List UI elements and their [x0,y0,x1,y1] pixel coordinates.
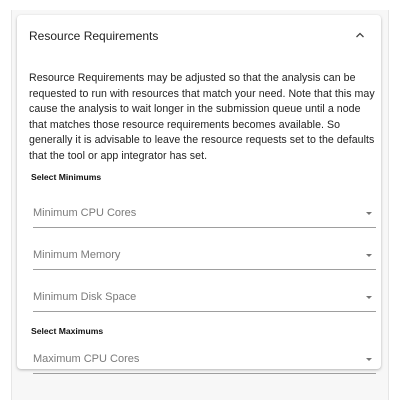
caret-down-icon [366,212,372,215]
caret-down-icon [366,358,372,361]
select-label: Minimum Disk Space [33,291,137,303]
panel-description: Resource Requirements may be adjusted so… [29,72,375,162]
caret-down-icon [366,254,372,257]
minimum-cpu-cores-select[interactable]: Minimum CPU Cores [33,201,376,228]
select-label: Maximum CPU Cores [33,353,140,365]
select-maximums-label: Select Maximums [31,326,104,336]
panel-title: Resource Requirements [29,29,159,43]
resource-requirements-panel: Resource Requirements Resource Requireme… [17,15,381,374]
maximum-cpu-cores-select[interactable]: Maximum CPU Cores [33,347,376,374]
chevron-up-icon[interactable] [353,28,367,42]
select-label: Minimum Memory [33,249,121,261]
minimum-memory-select[interactable]: Minimum Memory [33,243,376,270]
caret-down-icon [366,296,372,299]
select-label: Minimum CPU Cores [33,207,137,219]
select-minimums-label: Select Minimums [31,172,102,182]
minimum-disk-space-select[interactable]: Minimum Disk Space [33,285,376,312]
panel-header[interactable]: Resource Requirements [17,15,381,59]
